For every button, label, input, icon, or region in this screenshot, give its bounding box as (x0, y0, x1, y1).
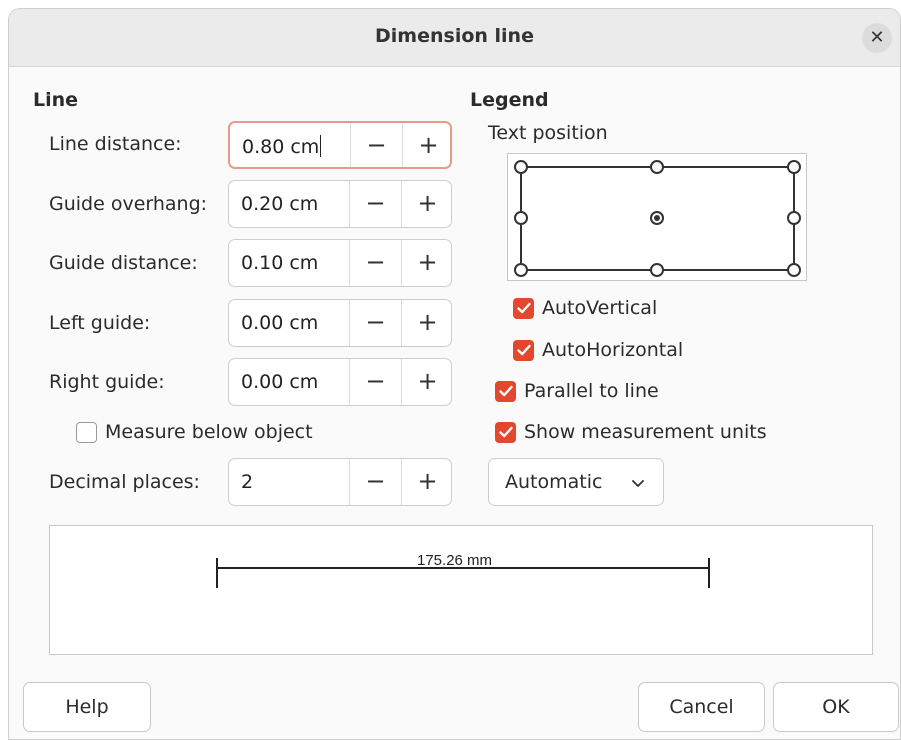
left-guide-label: Left guide: (49, 312, 151, 334)
line-distance-decrement-button[interactable]: − (350, 123, 402, 167)
chevron-down-icon (631, 473, 645, 495)
help-button[interactable]: Help (23, 682, 151, 732)
close-icon: ✕ (869, 27, 885, 48)
checkmark-icon (495, 380, 516, 402)
right-guide-label: Right guide: (49, 371, 165, 393)
position-top-left[interactable] (514, 160, 528, 174)
auto-horizontal-checkbox[interactable]: AutoHorizontal (513, 339, 683, 361)
left-guide-decrement-button[interactable]: − (349, 300, 401, 346)
guide-distance-spinner: 0.10 cm − + (228, 239, 452, 287)
dimension-line-dialog: Dimension line ✕ Line Line distance: 0.8… (8, 8, 901, 740)
dimension-line-graphic (216, 558, 710, 588)
position-middle-right[interactable] (787, 211, 801, 225)
decimal-places-increment-button[interactable]: + (401, 459, 453, 505)
parallel-to-line-checkbox[interactable]: Parallel to line (495, 380, 659, 402)
line-distance-spinner: 0.80 cm − + (228, 121, 452, 169)
position-center-selected-dot (654, 215, 660, 221)
dimension-preview: 175.26 mm (49, 525, 873, 655)
right-guide-increment-button[interactable]: + (401, 359, 453, 405)
measurement-units-dropdown[interactable]: Automatic (488, 458, 664, 506)
checkmark-icon (513, 339, 534, 361)
parallel-to-line-label: Parallel to line (524, 380, 659, 402)
auto-horizontal-label: AutoHorizontal (542, 339, 684, 361)
position-middle-left[interactable] (514, 211, 528, 225)
line-distance-label: Line distance: (49, 133, 182, 155)
position-bottom-center[interactable] (650, 263, 664, 277)
title-bar: Dimension line ✕ (9, 9, 900, 67)
dialog-title: Dimension line (375, 25, 534, 47)
guide-overhang-input[interactable]: 0.20 cm (241, 193, 318, 215)
text-position-label: Text position (488, 122, 608, 144)
guide-overhang-decrement-button[interactable]: − (349, 181, 401, 227)
position-bottom-right[interactable] (787, 263, 801, 277)
line-distance-input[interactable]: 0.80 cm (242, 135, 322, 158)
decimal-places-label: Decimal places: (49, 471, 200, 493)
preview-measurement-text: 175.26 mm (417, 552, 493, 569)
decimal-places-input[interactable]: 2 (241, 471, 253, 493)
text-position-grid (514, 160, 801, 277)
right-guide-input[interactable]: 0.00 cm (241, 371, 318, 393)
text-position-selector (507, 153, 807, 281)
position-top-center[interactable] (650, 160, 664, 174)
guide-distance-increment-button[interactable]: + (401, 240, 453, 286)
show-measurement-units-label: Show measurement units (524, 421, 767, 443)
measure-below-object-checkbox[interactable]: Measure below object (76, 421, 313, 443)
auto-vertical-label: AutoVertical (542, 297, 658, 319)
cancel-button[interactable]: Cancel (638, 682, 765, 732)
left-guide-spinner: 0.00 cm − + (228, 299, 452, 347)
line-section-title: Line (33, 89, 79, 111)
guide-distance-label: Guide distance: (49, 252, 198, 274)
decimal-places-decrement-button[interactable]: − (349, 459, 401, 505)
position-bottom-left[interactable] (514, 263, 528, 277)
guide-distance-decrement-button[interactable]: − (349, 240, 401, 286)
line-distance-increment-button[interactable]: + (402, 123, 454, 167)
guide-overhang-label: Guide overhang: (49, 193, 208, 215)
left-guide-increment-button[interactable]: + (401, 300, 453, 346)
checkbox-unchecked-icon (76, 421, 97, 443)
position-top-right[interactable] (787, 160, 801, 174)
right-guide-spinner: 0.00 cm − + (228, 358, 452, 406)
legend-section-title: Legend (470, 89, 549, 111)
close-button[interactable]: ✕ (862, 23, 892, 53)
text-caret (320, 135, 322, 157)
left-guide-input[interactable]: 0.00 cm (241, 312, 318, 334)
decimal-places-spinner: 2 − + (228, 458, 452, 506)
checkmark-icon (513, 297, 534, 319)
guide-overhang-increment-button[interactable]: + (401, 181, 453, 227)
auto-vertical-checkbox[interactable]: AutoVertical (513, 297, 657, 319)
guide-distance-input[interactable]: 0.10 cm (241, 252, 318, 274)
show-measurement-units-checkbox[interactable]: Show measurement units (495, 421, 767, 443)
guide-overhang-spinner: 0.20 cm − + (228, 180, 452, 228)
measurement-units-value: Automatic (505, 471, 603, 493)
measure-below-object-label: Measure below object (105, 421, 313, 443)
ok-button[interactable]: OK (773, 682, 899, 732)
right-guide-decrement-button[interactable]: − (349, 359, 401, 405)
checkmark-icon (495, 421, 516, 443)
